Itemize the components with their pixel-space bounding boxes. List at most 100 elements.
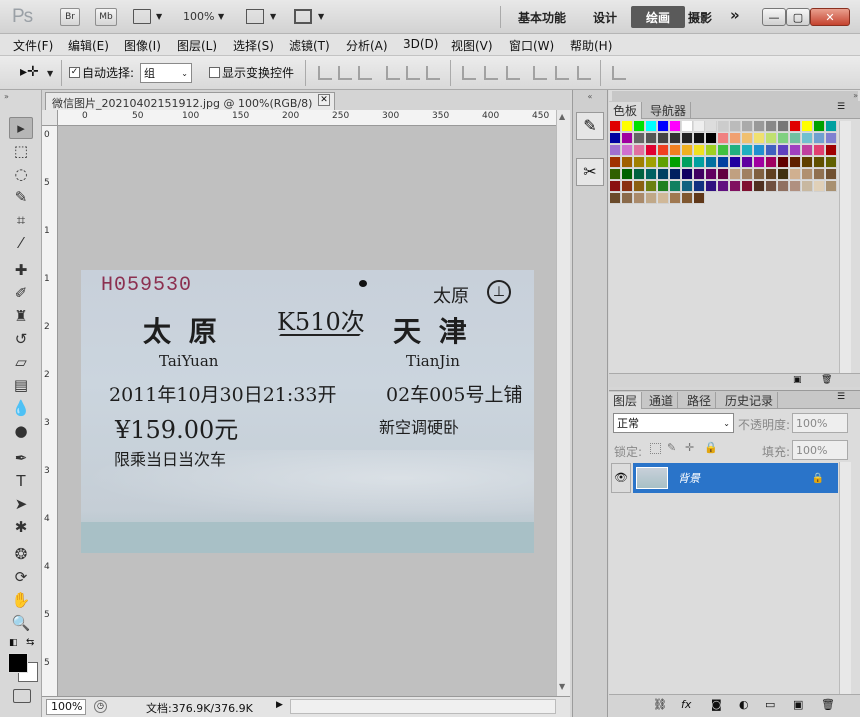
opacity-input[interactable]: 100%	[792, 413, 848, 433]
color-swatch[interactable]	[610, 169, 621, 180]
color-swatch[interactable]	[790, 181, 801, 192]
color-swatch[interactable]	[682, 133, 693, 144]
color-swatch[interactable]	[802, 169, 813, 180]
color-swatch[interactable]	[694, 133, 705, 144]
tab-channels[interactable]: 通道	[645, 392, 679, 409]
color-swatch[interactable]	[634, 145, 645, 156]
eyedropper-tool-icon[interactable]: ⁄	[9, 232, 33, 254]
color-swatch[interactable]	[658, 121, 669, 132]
swatches-scrollbar[interactable]	[839, 121, 851, 375]
color-swatch[interactable]	[646, 169, 657, 180]
collapse-arrows-icon[interactable]: «	[574, 92, 606, 102]
history-brush-tool-icon[interactable]: ↺	[9, 328, 33, 350]
color-swatch[interactable]	[742, 145, 753, 156]
color-swatch[interactable]	[670, 181, 681, 192]
marquee-tool-icon[interactable]: ⬚	[9, 140, 33, 162]
clone-stamp-tool-icon[interactable]: ♜	[9, 305, 33, 327]
color-swatch[interactable]	[658, 133, 669, 144]
tab-paths[interactable]: 路径	[683, 392, 717, 409]
color-swatch[interactable]	[706, 121, 717, 132]
color-swatch[interactable]	[790, 121, 801, 132]
color-swatch[interactable]	[814, 157, 825, 168]
brush-presets-icon[interactable]: ✎	[576, 112, 604, 140]
color-swatch[interactable]	[646, 133, 657, 144]
type-tool-icon[interactable]: T	[9, 470, 33, 492]
color-swatch[interactable]	[730, 145, 741, 156]
color-swatch[interactable]	[610, 193, 621, 204]
color-swatch[interactable]	[658, 181, 669, 192]
color-swatch[interactable]	[730, 121, 741, 132]
swatch-grid[interactable]	[610, 121, 838, 207]
color-swatch[interactable]	[610, 157, 621, 168]
color-swatch[interactable]	[682, 169, 693, 180]
color-swatch[interactable]	[742, 133, 753, 144]
color-swatch[interactable]	[706, 133, 717, 144]
color-swatch[interactable]	[670, 121, 681, 132]
ruler-origin[interactable]	[42, 110, 58, 126]
menu-filter[interactable]: 滤镜(T)	[289, 37, 330, 54]
menu-edit[interactable]: 编辑(E)	[68, 37, 109, 54]
3d-rotate-tool-icon[interactable]: ❂	[9, 543, 33, 565]
color-swatch[interactable]	[670, 133, 681, 144]
adjustment-layer-icon[interactable]: ◐	[739, 698, 749, 711]
color-swatch[interactable]	[658, 169, 669, 180]
hand-tool-icon[interactable]: ✋	[9, 589, 33, 611]
color-swatch[interactable]	[670, 169, 681, 180]
color-swatch[interactable]	[826, 169, 837, 180]
color-swatch[interactable]	[622, 133, 633, 144]
foreground-color-swatch[interactable]	[8, 653, 28, 673]
color-swatch[interactable]	[718, 181, 729, 192]
color-swatch[interactable]	[610, 121, 621, 132]
color-swatch[interactable]	[682, 121, 693, 132]
tab-history[interactable]: 历史记录	[721, 392, 779, 409]
color-swatch[interactable]	[766, 133, 777, 144]
align-hcenter-icon[interactable]	[406, 66, 420, 80]
link-layers-icon[interactable]: ⛓	[653, 698, 667, 711]
default-colors-icon[interactable]: ◧	[9, 638, 18, 648]
color-swatch[interactable]	[766, 121, 777, 132]
auto-select-dropdown[interactable]: 组 ⌄	[140, 63, 192, 83]
layer-row-background[interactable]: 背景 🔒	[633, 463, 838, 493]
color-swatch[interactable]	[634, 157, 645, 168]
color-swatch[interactable]	[646, 181, 657, 192]
distribute-hcenter-icon[interactable]	[555, 66, 569, 80]
scroll-up-icon[interactable]: ▲	[559, 112, 565, 121]
color-swatch[interactable]	[802, 181, 813, 192]
color-swatch[interactable]	[694, 169, 705, 180]
menu-layer[interactable]: 图层(L)	[177, 37, 217, 54]
workspace-painting[interactable]: 绘画	[631, 6, 685, 28]
panel-collapse-icon[interactable]: »	[612, 91, 858, 101]
color-swatch[interactable]	[694, 145, 705, 156]
color-swatch[interactable]	[694, 157, 705, 168]
color-swatch[interactable]	[766, 157, 777, 168]
eraser-tool-icon[interactable]: ▱	[9, 351, 33, 373]
workspace-photography[interactable]: 摄影	[688, 9, 712, 26]
color-swatch[interactable]	[658, 145, 669, 156]
chevron-down-icon[interactable]: ▼	[47, 69, 53, 78]
minimize-button[interactable]: —	[762, 8, 786, 26]
color-swatch[interactable]	[682, 157, 693, 168]
color-swatch[interactable]	[802, 145, 813, 156]
panel-menu-icon[interactable]: ☰	[837, 102, 845, 112]
quick-mask-icon[interactable]	[13, 689, 31, 703]
color-swatch[interactable]	[754, 169, 765, 180]
distribute-bottom-icon[interactable]	[506, 66, 520, 80]
distribute-left-icon[interactable]	[533, 66, 547, 80]
color-swatch[interactable]	[742, 181, 753, 192]
color-swatch[interactable]	[730, 169, 741, 180]
menu-3d[interactable]: 3D(D)	[403, 37, 438, 51]
color-swatch[interactable]	[646, 157, 657, 168]
color-swatch[interactable]	[778, 133, 789, 144]
chevron-down-icon[interactable]: ▼	[156, 12, 162, 21]
chevron-down-icon[interactable]: ▼	[270, 12, 276, 21]
bridge-button[interactable]: Br	[60, 8, 80, 26]
workspace-design[interactable]: 设计	[593, 9, 617, 26]
color-swatch[interactable]	[646, 121, 657, 132]
color-swatch[interactable]	[754, 145, 765, 156]
color-swatch[interactable]	[670, 145, 681, 156]
color-swatch[interactable]	[826, 181, 837, 192]
color-swatch[interactable]	[658, 157, 669, 168]
layer-visibility-eye-icon[interactable]: 👁	[611, 463, 631, 493]
lock-transparent-icon[interactable]	[650, 443, 661, 454]
menu-analysis[interactable]: 分析(A)	[346, 37, 388, 54]
